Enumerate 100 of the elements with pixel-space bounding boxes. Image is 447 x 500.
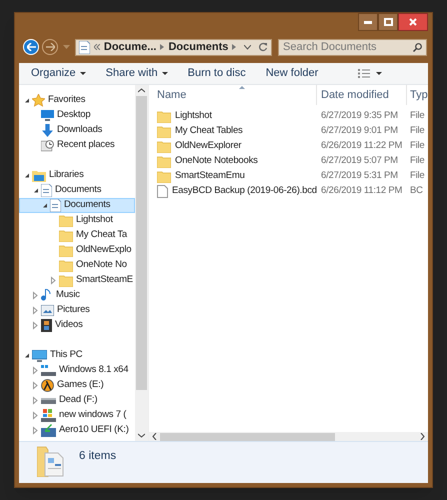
toolbar-button[interactable]: Organize [31, 65, 86, 82]
vertical-scrollbar[interactable] [135, 85, 148, 441]
horizontal-scrollbar[interactable] [149, 432, 428, 441]
scroll-up-icon[interactable] [138, 88, 145, 93]
computer-icon [32, 350, 47, 362]
toolbar-button[interactable]: Share with [106, 65, 168, 82]
collapsed-arrow-icon[interactable] [50, 276, 57, 285]
refresh-icon[interactable] [258, 42, 268, 52]
back-button[interactable] [23, 39, 39, 55]
nav-tree-item[interactable]: Music [19, 288, 135, 303]
document-icon [79, 40, 90, 54]
document-icon [50, 199, 61, 212]
file-name: SmartSteamEmu [175, 169, 245, 184]
scroll-down-icon[interactable] [138, 433, 145, 438]
toolbar-button[interactable]: New folder [266, 65, 318, 82]
nav-tree-item[interactable]: OldNewExplo [19, 243, 135, 258]
nav-tree-item[interactable]: Videos [19, 318, 135, 333]
sort-arrow-icon [239, 86, 245, 89]
nav-tree-item[interactable]: Documents [19, 198, 135, 213]
left-arrow-icon [26, 43, 36, 51]
chevron-down-icon[interactable] [244, 44, 252, 50]
folder-icon [59, 260, 73, 272]
date-cell-text: 6/27/2019 9:35 PM [320, 109, 399, 124]
file-name: OldNewExplorer [175, 139, 242, 154]
close-icon [409, 18, 417, 26]
forward-button[interactable] [42, 39, 58, 55]
right-arrow-icon [46, 43, 54, 51]
file-row[interactable]: Lightshot 6/27/2019 9:35 PM File [149, 109, 428, 124]
nav-tree-item[interactable]: Lightshot [19, 213, 135, 228]
separator-arrow-icon [160, 44, 164, 50]
close-button[interactable] [398, 13, 428, 31]
file-row[interactable]: SmartSteamEmu 6/27/2019 5:31 PM File [149, 169, 428, 184]
type-cell-text: File [409, 169, 425, 184]
expanded-arrow-icon[interactable] [23, 96, 30, 105]
nav-tree-item[interactable]: Aero10 UEFI (K:) [19, 423, 135, 438]
nav-tree-item[interactable]: My Cheat Ta [19, 228, 135, 243]
nav-tree-item[interactable]: Desktop [19, 108, 135, 123]
nav-tree-item[interactable]: Favorites [19, 93, 135, 108]
folder-icon [59, 244, 73, 256]
date-cell-text: 6/27/2019 5:07 PM [320, 154, 399, 168]
column-header[interactable]: Typ [407, 86, 428, 104]
folder-icon [157, 140, 171, 152]
drive-icon [41, 396, 56, 404]
nav-tree-item[interactable]: Recent places [19, 138, 135, 153]
breadcrumb[interactable]: Docume... [104, 38, 156, 56]
date-cell-text: 6/27/2019 5:31 PM [320, 169, 399, 184]
clock-folder-icon [41, 139, 54, 152]
date-cell-text: 6/27/2019 9:01 PM [320, 124, 399, 138]
nav-tree-item[interactable]: Documents [19, 183, 135, 198]
minimize-button[interactable] [358, 13, 378, 31]
file-row[interactable]: OneNote Notebooks 6/27/2019 5:07 PM File [149, 154, 428, 169]
breadcrumb[interactable]: Documents [168, 38, 228, 56]
expanded-arrow-icon[interactable] [23, 351, 30, 360]
scroll-left-icon[interactable] [152, 433, 157, 440]
nav-tree-item[interactable]: Windows 8.1 x64 [19, 363, 135, 378]
search-icon [413, 42, 422, 52]
scroll-right-icon[interactable] [420, 433, 425, 440]
file-row[interactable]: OldNewExplorer 6/26/2019 11:22 PM File [149, 139, 428, 154]
windows-drive-icon [41, 409, 56, 422]
file-name: My Cheat Tables [175, 124, 243, 138]
maximize-icon [384, 18, 392, 26]
column-header[interactable]: Date modified [317, 85, 407, 105]
picture-icon [41, 305, 54, 316]
nav-tree-item[interactable]: OneNote No [19, 258, 135, 273]
type-cell-text: File [409, 139, 425, 154]
nav-tree-item[interactable]: new windows 7 ( [19, 408, 135, 423]
monitor-icon [41, 110, 54, 121]
nav-tree-item[interactable]: This PC [19, 348, 135, 363]
file-row[interactable]: EasyBCD Backup (2019-06-26).bcd 6/26/2019 11:12 PM BC [149, 184, 428, 199]
file-icon [157, 185, 168, 198]
minimize-icon [364, 20, 372, 24]
nav-tree-item[interactable]: SmartSteamE [19, 273, 135, 288]
nav-tree-item[interactable]: Pictures [19, 303, 135, 318]
nav-tree-item[interactable]: Games (E:) [19, 378, 135, 393]
music-note-icon [41, 289, 53, 302]
address-bar[interactable]: Docume... Documents [75, 38, 272, 56]
file-name: Lightshot [175, 109, 212, 124]
date-cell-text: 6/26/2019 11:12 PM [320, 184, 404, 198]
lambda-logo-icon [41, 379, 54, 392]
scroll-thumb[interactable] [136, 96, 147, 390]
scroll-thumb[interactable] [160, 432, 335, 440]
maximize-button[interactable] [378, 13, 398, 31]
list-view-icon [358, 69, 370, 78]
type-cell-text: File [409, 124, 425, 138]
drive-arrow-icon [41, 424, 56, 437]
toolbar-button[interactable]: Burn to disc [188, 65, 246, 82]
search-field[interactable]: Search Documents [278, 38, 427, 56]
file-row[interactable]: My Cheat Tables 6/27/2019 9:01 PM File [149, 124, 428, 139]
star-icon [32, 94, 45, 107]
film-icon [41, 319, 52, 332]
double-chevron-icon [94, 44, 100, 50]
nav-tree-item[interactable]: Libraries [19, 168, 135, 183]
type-cell-text: File [409, 154, 425, 168]
file-name: OneNote Notebooks [175, 154, 258, 168]
nav-tree-item[interactable]: Dead (F:) [19, 393, 135, 408]
separator-arrow-icon [232, 44, 236, 50]
view-options-button[interactable] [358, 69, 382, 78]
folder-icon [157, 170, 171, 182]
nav-tree-item[interactable]: Downloads [19, 123, 135, 138]
folder-icon [59, 230, 73, 242]
